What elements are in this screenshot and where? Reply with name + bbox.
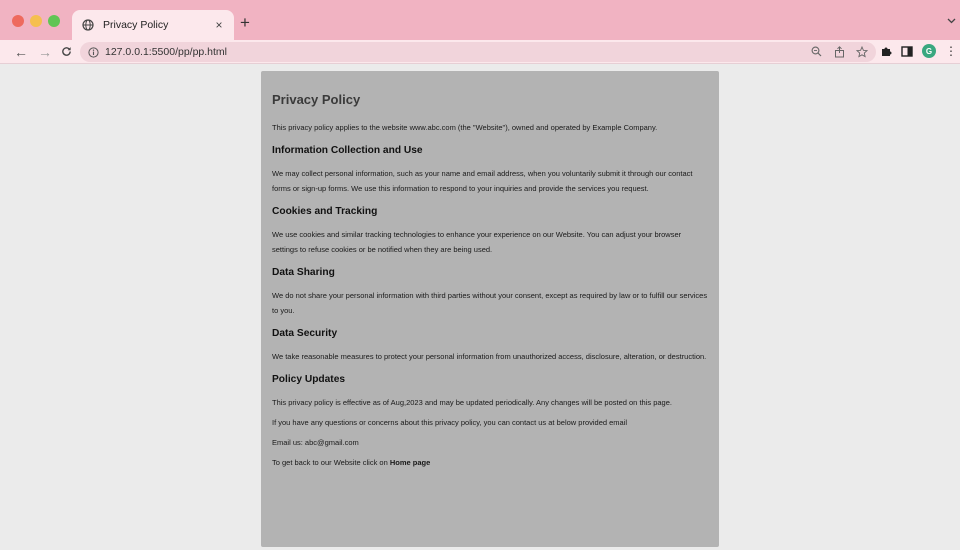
close-window-button[interactable] xyxy=(12,15,24,27)
tab-strip: Privacy Policy × + xyxy=(0,0,960,40)
section-heading: Data Sharing xyxy=(272,267,335,278)
section-body: This privacy policy is effective as of A… xyxy=(272,398,672,407)
page-viewport: Privacy Policy This privacy policy appli… xyxy=(0,65,960,550)
section-heading: Information Collection and Use xyxy=(272,145,423,156)
contact-note: If you have any questions or concerns ab… xyxy=(272,418,628,427)
share-icon[interactable] xyxy=(833,45,845,58)
section-body: We use cookies and similar tracking tech… xyxy=(272,230,682,254)
extensions-puzzle-icon[interactable] xyxy=(880,45,892,57)
globe-icon xyxy=(82,19,94,31)
url-text: 127.0.0.1:5500/pp/pp.html xyxy=(105,46,228,58)
side-panel-icon[interactable] xyxy=(901,45,913,57)
tab-close-icon[interactable]: × xyxy=(212,18,226,32)
address-bar[interactable]: 127.0.0.1:5500/pp/pp.html xyxy=(80,42,876,62)
minimize-window-button[interactable] xyxy=(30,15,42,27)
section-heading: Policy Updates xyxy=(272,374,346,385)
bookmark-star-icon[interactable] xyxy=(856,45,868,58)
email-line: Email us: abc@gmail.com xyxy=(272,438,359,447)
tab-privacy-policy[interactable]: Privacy Policy × xyxy=(72,10,234,40)
intro-paragraph: This privacy policy applies to the websi… xyxy=(272,123,658,132)
browser-toolbar: ← → 127.0.0.1:5500/pp/pp.html G ⋮ xyxy=(0,40,960,64)
section-heading: Cookies and Tracking xyxy=(272,206,378,217)
tab-search-chevron-icon[interactable] xyxy=(947,16,956,27)
section-body: We may collect personal information, suc… xyxy=(272,169,693,193)
menu-kebab-icon[interactable]: ⋮ xyxy=(945,44,957,58)
zoom-icon[interactable] xyxy=(810,45,822,58)
forward-arrow-icon[interactable]: → xyxy=(38,43,52,61)
back-link-prefix: To get back to our Website click on xyxy=(272,458,390,467)
section-heading: Data Security xyxy=(272,328,338,339)
new-tab-button[interactable]: + xyxy=(240,14,250,31)
privacy-policy-card: Privacy Policy This privacy policy appli… xyxy=(261,71,719,547)
maximize-window-button[interactable] xyxy=(48,15,60,27)
info-icon[interactable] xyxy=(88,46,99,58)
back-link-line: To get back to our Website click on Home… xyxy=(272,455,709,470)
back-arrow-icon[interactable]: ← xyxy=(14,43,28,61)
page-title: Privacy Policy xyxy=(272,92,361,107)
section-body: We do not share your personal informatio… xyxy=(272,291,708,315)
home-page-link[interactable]: Home page xyxy=(390,458,430,467)
profile-avatar[interactable]: G xyxy=(922,44,936,58)
reload-icon[interactable] xyxy=(61,43,72,62)
tab-title: Privacy Policy xyxy=(103,19,169,31)
section-body: We take reasonable measures to protect y… xyxy=(272,352,707,361)
